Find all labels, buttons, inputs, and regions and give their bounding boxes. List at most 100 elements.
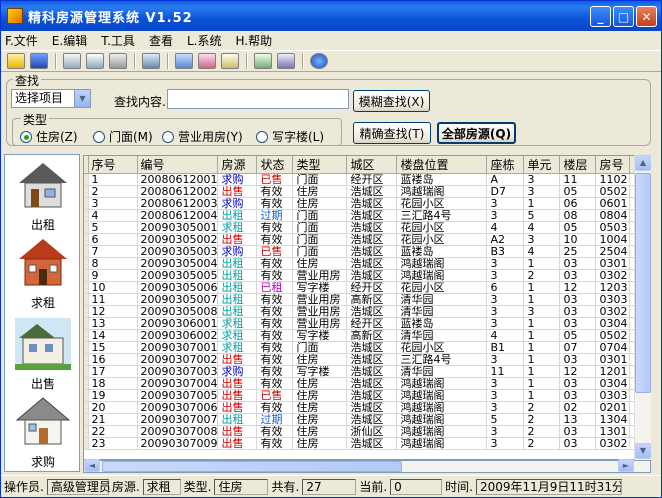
table-row[interactable]: 1620090307002出售有效住房浩城区三汇路4号310303012 <box>84 353 647 366</box>
cell-district: 经开区 <box>346 173 398 186</box>
table-row[interactable]: 2020090307006出售有效住房浩城区鸿越瑞阁320202012 <box>84 401 647 414</box>
field-select[interactable]: 选择项目 ▼ <box>11 89 91 108</box>
nav-want-buy[interactable]: 求购 <box>11 396 75 470</box>
col-unit[interactable]: 单元 <box>523 156 561 174</box>
table-row[interactable]: 220080612002出售有效住房浩城区鸿越瑞阁D730505022 <box>84 185 647 198</box>
main-window: 精科房源管理系统 V1.52 _ □ ✕ F.文件 E.编辑 T.工具 查看 L… <box>0 0 662 498</box>
radio-storefront-dot[interactable] <box>93 130 105 143</box>
horizontal-scroll-thumb[interactable] <box>102 461 402 472</box>
col-status[interactable]: 状态 <box>256 156 294 174</box>
table-row[interactable]: 820090305004出租有效住房浩城区鸿越瑞阁310303012 <box>84 257 647 270</box>
scroll-up-icon[interactable]: ▲ <box>635 155 651 171</box>
cell-status: 有效 <box>256 293 294 306</box>
find-content-label: 查找内容. <box>114 95 166 109</box>
table-row[interactable]: 1420090306002求租有效写字楼高新区清华园410505022 <box>84 329 647 342</box>
nav-want-rent-label: 求租 <box>30 296 55 310</box>
minimize-button[interactable]: _ <box>590 6 611 27</box>
col-seq[interactable]: 序号 <box>88 156 138 174</box>
chevron-down-icon[interactable]: ▼ <box>74 90 90 107</box>
cell-code: 20090307007 <box>137 413 219 426</box>
cell-code: 20080612003 <box>137 197 219 210</box>
nav-want-rent[interactable]: 求租 <box>11 237 75 311</box>
table-row[interactable]: 1820090307004出售有效住房浩城区鸿越瑞阁310303042 <box>84 377 647 390</box>
add-record-icon[interactable] <box>198 53 216 69</box>
print-preview-icon[interactable] <box>86 53 104 69</box>
radio-storefront[interactable]: 门面(M) <box>93 128 153 145</box>
cell-seq: 19 <box>88 389 138 402</box>
table-row[interactable]: 1020090305006出租已租写字楼经开区花园小区611212033 <box>84 281 647 294</box>
horizontal-scrollbar[interactable]: ◄ ► <box>83 459 651 473</box>
help-icon[interactable] <box>310 53 328 69</box>
table-row[interactable]: 120080612001求购已售门面经开区蓝褛岛A31111022 <box>84 173 647 186</box>
col-room[interactable]: 房号 <box>595 156 631 174</box>
close-button[interactable]: ✕ <box>636 6 657 27</box>
col-district[interactable]: 城区 <box>346 156 398 174</box>
menu-edit[interactable]: E.编辑 <box>52 32 87 49</box>
scroll-right-icon[interactable]: ► <box>618 459 634 472</box>
nav-for-sale[interactable]: 出售 <box>11 318 75 392</box>
edit-record-icon[interactable] <box>175 53 193 69</box>
menu-system[interactable]: L.系统 <box>187 32 222 49</box>
table-row[interactable]: 2120090307007出租过期住房浩城区鸿越瑞阁521313042 <box>84 413 647 426</box>
scroll-down-icon[interactable]: ▼ <box>635 443 651 459</box>
print-icon[interactable] <box>109 53 127 69</box>
table-row[interactable]: 420080612004出租过期门面浩城区三汇路4号350808042 <box>84 209 647 222</box>
radio-office-dot[interactable] <box>256 130 268 143</box>
table-row[interactable]: 1320090306001求租有效营业用房经开区蓝褛岛310303041 <box>84 317 647 330</box>
radio-housing-dot[interactable] <box>20 130 32 143</box>
cell-location: 清华园 <box>396 293 488 306</box>
radio-commercial[interactable]: 营业用房(Y) <box>162 128 243 145</box>
monitor-icon[interactable] <box>142 53 160 69</box>
cell-district: 经开区 <box>346 317 398 330</box>
cell-room: 1304 <box>595 413 631 426</box>
vertical-scroll-thumb[interactable] <box>635 173 651 393</box>
table-row[interactable]: 920090305005出租有效营业用房浩城区鸿越瑞阁320303022 <box>84 269 647 282</box>
col-source[interactable]: 房源 <box>217 156 258 174</box>
maximize-button[interactable]: □ <box>613 6 634 27</box>
table-row[interactable]: 1220090305008出租有效营业用房浩城区清华园330303021 <box>84 305 647 318</box>
table-row[interactable]: 2220090307008出售有效住房浙仙区鸿越瑞阁320313013 <box>84 425 647 438</box>
cell-status: 有效 <box>256 425 294 438</box>
export-icon[interactable] <box>254 53 272 69</box>
fuzzy-search-button[interactable]: 模糊查找(X) <box>353 90 430 112</box>
menu-file[interactable]: F.文件 <box>5 32 38 49</box>
cell-location: 花园小区 <box>396 197 488 210</box>
nav-rent-out[interactable]: 出租 <box>11 159 75 233</box>
table-row[interactable]: 1520090307001求租有效门面浩城区花园小区B110707042 <box>84 341 647 354</box>
save-icon[interactable] <box>30 53 48 69</box>
cell-source: 出租 <box>217 293 258 306</box>
table-row[interactable]: 720090305003求购已售门面浩城区蓝褛岛B342525044 <box>84 245 647 258</box>
col-floor[interactable]: 楼层 <box>559 156 597 174</box>
table-row[interactable]: 2320090307009出售有效住房浩城区鸿越瑞阁320303022 <box>84 437 647 450</box>
title-bar[interactable]: 精科房源管理系统 V1.52 _ □ ✕ <box>1 1 661 31</box>
menu-help[interactable]: H.帮助 <box>235 32 272 49</box>
col-building[interactable]: 座栋 <box>486 156 525 174</box>
report-icon[interactable] <box>277 53 295 69</box>
listings-table[interactable]: 序号 编号 房源 状态 类型 城区 楼盘位置 座栋 单元 楼层 房号 房 120… <box>83 155 651 460</box>
table-row[interactable]: 520090305001求租有效门面浩城区花园小区440505033 <box>84 221 647 234</box>
radio-housing[interactable]: 住房(Z) <box>20 128 78 145</box>
cell-district: 浩城区 <box>346 377 398 390</box>
table-row[interactable]: 1720090307003求购有效写字楼浩城区清华园1111212013 <box>84 365 647 378</box>
radio-commercial-dot[interactable] <box>162 130 174 143</box>
delete-record-icon[interactable] <box>221 53 239 69</box>
col-location[interactable]: 楼盘位置 <box>396 156 488 174</box>
exact-search-button[interactable]: 精确查找(T) <box>353 122 431 144</box>
calculator-icon[interactable] <box>63 53 81 69</box>
table-row[interactable]: 620090305002出售有效门面浩城区花园小区A231010044 <box>84 233 647 246</box>
col-type[interactable]: 类型 <box>292 156 348 174</box>
cell-district: 高新区 <box>346 329 398 342</box>
table-row[interactable]: 1120090305007出租有效营业用房高新区清华园310303031 <box>84 293 647 306</box>
vertical-scrollbar[interactable]: ▲ ▼ <box>634 155 651 460</box>
scroll-left-icon[interactable]: ◄ <box>84 459 100 472</box>
radio-office[interactable]: 写字楼(L) <box>256 128 324 145</box>
find-content-input[interactable] <box>167 89 349 109</box>
open-icon[interactable] <box>7 53 25 69</box>
menu-tools[interactable]: T.工具 <box>101 32 135 49</box>
menu-view[interactable]: 查看 <box>149 32 173 49</box>
cell-unit: 3 <box>523 173 561 186</box>
all-listings-button[interactable]: 全部房源(Q) <box>437 122 516 144</box>
col-code[interactable]: 编号 <box>137 156 219 174</box>
table-row[interactable]: 320080612003求购有效住房浩城区花园小区310606013 <box>84 197 647 210</box>
table-row[interactable]: 1920090307005出售已售住房浩城区鸿越瑞阁310303033 <box>84 389 647 402</box>
